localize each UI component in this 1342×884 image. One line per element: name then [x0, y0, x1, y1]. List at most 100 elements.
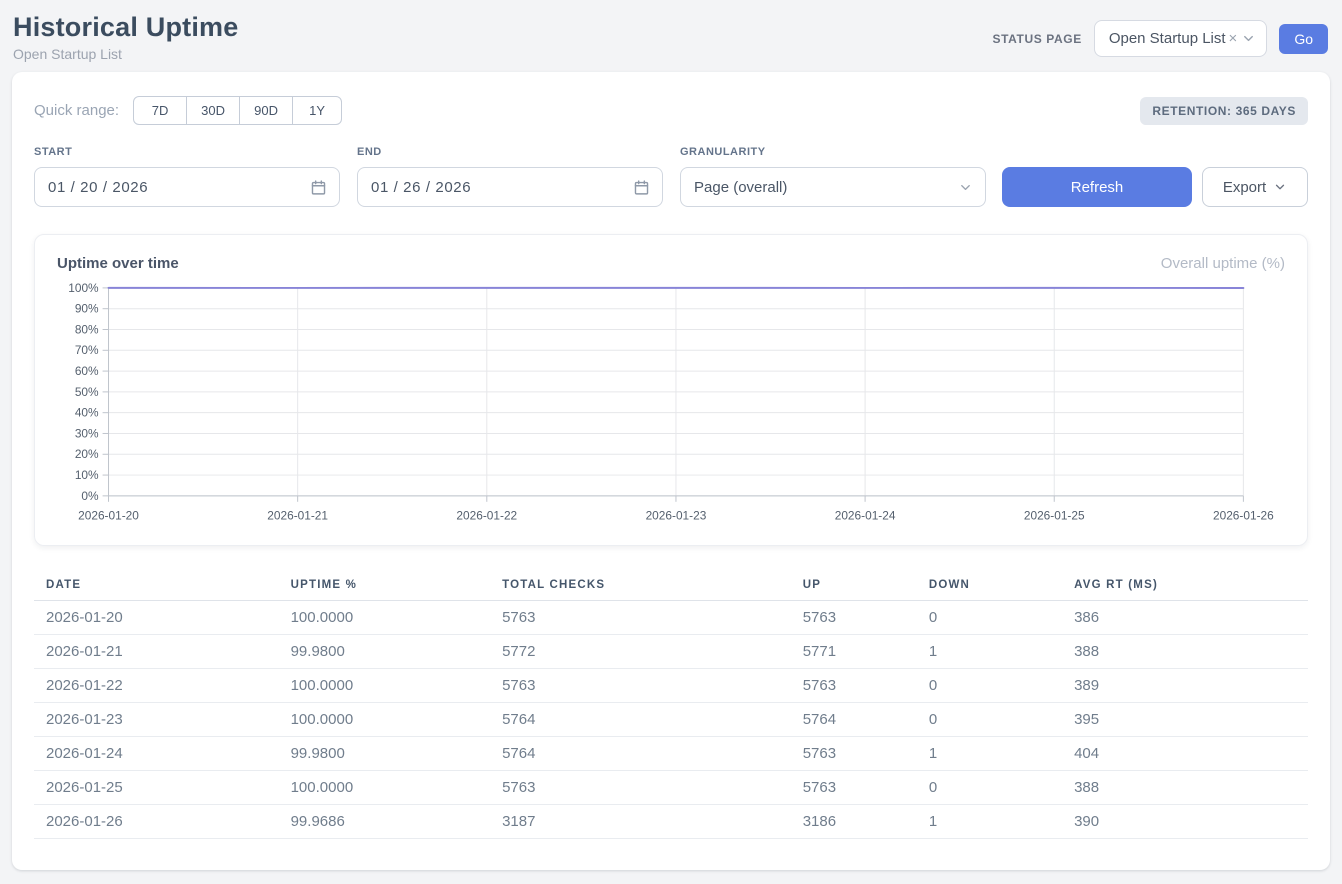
column-header: AVG RT (MS)	[1062, 570, 1308, 601]
table-cell: 5763	[791, 737, 917, 771]
chart-title: Uptime over time	[57, 255, 179, 272]
table-cell: 2026-01-23	[34, 703, 279, 737]
table-cell: 2026-01-26	[34, 805, 279, 839]
quick-range-group: 7D30D90D1Y	[133, 96, 342, 125]
table-cell: 389	[1062, 669, 1308, 703]
svg-text:2026-01-23: 2026-01-23	[646, 509, 707, 523]
export-button[interactable]: Export	[1202, 167, 1308, 207]
svg-text:80%: 80%	[75, 322, 99, 336]
status-page-label: STATUS PAGE	[993, 32, 1082, 46]
table-cell: 0	[917, 703, 1062, 737]
retention-badge: RETENTION: 365 DAYS	[1140, 97, 1308, 125]
granularity-field: GRANULARITY Page (overall)	[680, 146, 986, 207]
end-date-field: END 01 / 26 / 2026	[357, 146, 663, 207]
refresh-button[interactable]: Refresh	[1002, 167, 1192, 207]
table-cell: 0	[917, 669, 1062, 703]
table-cell: 1	[917, 737, 1062, 771]
table-cell: 3186	[791, 805, 917, 839]
clear-icon[interactable]: ×	[1229, 30, 1238, 47]
table-cell: 0	[917, 601, 1062, 635]
svg-text:10%: 10%	[75, 468, 99, 482]
granularity-value: Page (overall)	[694, 179, 787, 196]
table-cell: 3187	[490, 805, 791, 839]
column-header: DOWN	[917, 570, 1062, 601]
table-cell: 386	[1062, 601, 1308, 635]
quick-range-90d[interactable]: 90D	[239, 96, 293, 125]
start-date-value: 01 / 20 / 2026	[48, 179, 148, 196]
status-page-value: Open Startup List	[1109, 30, 1226, 47]
chart-header: Uptime over time Overall uptime (%)	[57, 255, 1285, 272]
table-cell: 5763	[490, 601, 791, 635]
uptime-line-chart: 0%10%20%30%40%50%60%70%80%90%100%2026-01…	[57, 278, 1285, 537]
chevron-down-icon	[1273, 180, 1287, 194]
table-cell: 0	[917, 771, 1062, 805]
table-cell: 99.9800	[279, 737, 490, 771]
quick-range-30d[interactable]: 30D	[186, 96, 240, 125]
granularity-select[interactable]: Page (overall)	[680, 167, 986, 207]
table-cell: 1	[917, 635, 1062, 669]
table-cell: 404	[1062, 737, 1308, 771]
table-cell: 2026-01-20	[34, 601, 279, 635]
table-cell: 5763	[490, 669, 791, 703]
svg-text:40%: 40%	[75, 406, 99, 420]
go-button[interactable]: Go	[1279, 24, 1328, 54]
svg-text:70%: 70%	[75, 343, 99, 357]
table-cell: 2026-01-25	[34, 771, 279, 805]
main-card: Quick range: 7D30D90D1Y RETENTION: 365 D…	[12, 72, 1330, 870]
table-row: 2026-01-25100.0000576357630388	[34, 771, 1308, 805]
table-cell: 2026-01-24	[34, 737, 279, 771]
topbar-right: STATUS PAGE Open Startup List × Go	[993, 20, 1328, 57]
table-cell: 388	[1062, 771, 1308, 805]
table-cell: 390	[1062, 805, 1308, 839]
svg-text:2026-01-20: 2026-01-20	[78, 509, 139, 523]
table-header-row: DATEUPTIME %TOTAL CHECKSUPDOWNAVG RT (MS…	[34, 570, 1308, 601]
svg-text:2026-01-21: 2026-01-21	[267, 509, 328, 523]
svg-text:50%: 50%	[75, 385, 99, 399]
start-date-field: START 01 / 20 / 2026	[34, 146, 340, 207]
table-cell: 5771	[791, 635, 917, 669]
table-row: 2026-01-20100.0000576357630386	[34, 601, 1308, 635]
svg-text:60%: 60%	[75, 364, 99, 378]
table-cell: 100.0000	[279, 669, 490, 703]
svg-text:2026-01-25: 2026-01-25	[1024, 509, 1085, 523]
calendar-icon[interactable]	[633, 179, 650, 196]
header: Historical Uptime Open Startup List STAT…	[0, 0, 1342, 72]
table-row: 2026-01-2699.9686318731861390	[34, 805, 1308, 839]
table-cell: 5764	[791, 703, 917, 737]
table-row: 2026-01-2199.9800577257711388	[34, 635, 1308, 669]
column-header: UP	[791, 570, 917, 601]
column-header: UPTIME %	[279, 570, 490, 601]
filters-row: START 01 / 20 / 2026 END 01 / 26 / 2026 …	[34, 146, 1308, 207]
chevron-down-icon	[1241, 31, 1256, 46]
page-title: Historical Uptime	[13, 12, 238, 43]
table-cell: 100.0000	[279, 771, 490, 805]
table-cell: 388	[1062, 635, 1308, 669]
chevron-down-icon	[958, 180, 973, 195]
quick-range-7d[interactable]: 7D	[133, 96, 187, 125]
start-date-input[interactable]: 01 / 20 / 2026	[34, 167, 340, 207]
svg-text:90%: 90%	[75, 302, 99, 316]
status-page-select[interactable]: Open Startup List ×	[1094, 20, 1268, 57]
uptime-table: DATEUPTIME %TOTAL CHECKSUPDOWNAVG RT (MS…	[34, 570, 1308, 839]
table-row: 2026-01-23100.0000576457640395	[34, 703, 1308, 737]
table-cell: 1	[917, 805, 1062, 839]
end-date-value: 01 / 26 / 2026	[371, 179, 471, 196]
export-button-label: Export	[1223, 179, 1266, 196]
end-label: END	[357, 146, 663, 158]
table-cell: 395	[1062, 703, 1308, 737]
table-cell: 5772	[490, 635, 791, 669]
table-row: 2026-01-2499.9800576457631404	[34, 737, 1308, 771]
end-date-input[interactable]: 01 / 26 / 2026	[357, 167, 663, 207]
column-header: TOTAL CHECKS	[490, 570, 791, 601]
page-subtitle: Open Startup List	[13, 46, 238, 62]
svg-text:100%: 100%	[68, 281, 99, 295]
calendar-icon[interactable]	[310, 179, 327, 196]
svg-text:20%: 20%	[75, 447, 99, 461]
table-cell: 5764	[490, 703, 791, 737]
quick-range-1y[interactable]: 1Y	[292, 96, 342, 125]
title-block: Historical Uptime Open Startup List	[13, 12, 238, 62]
table-cell: 2026-01-22	[34, 669, 279, 703]
svg-text:0%: 0%	[81, 489, 99, 503]
column-header: DATE	[34, 570, 279, 601]
table-cell: 100.0000	[279, 601, 490, 635]
